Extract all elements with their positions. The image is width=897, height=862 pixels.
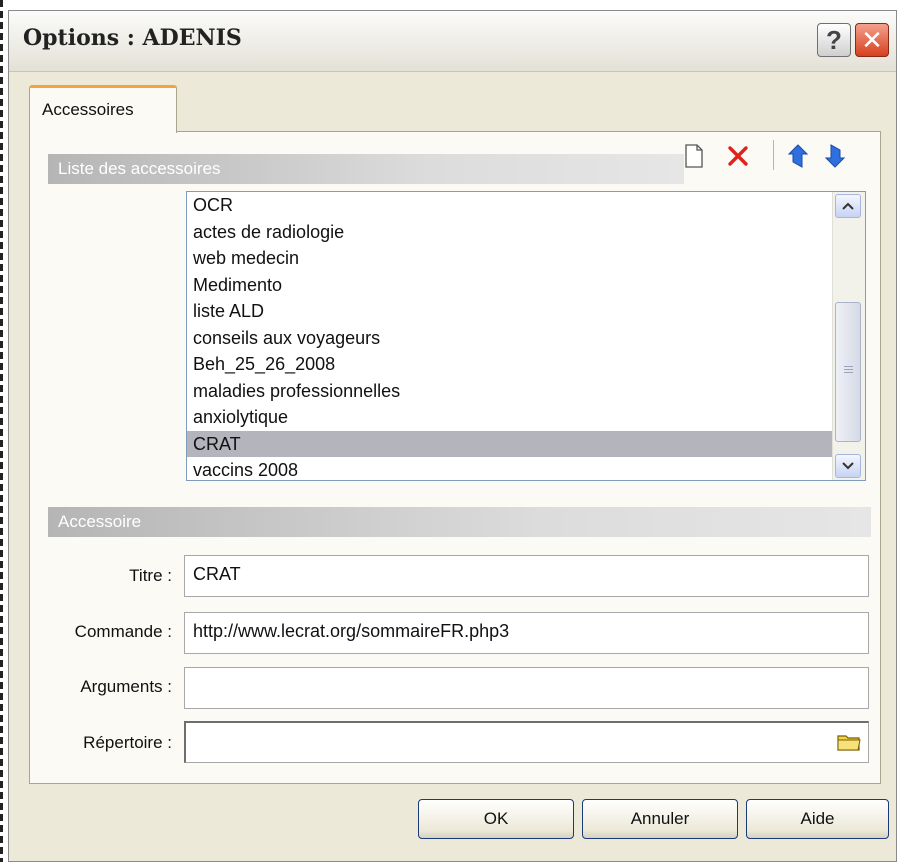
ok-button[interactable]: OK [418,799,574,839]
tab-label: Accessoires [42,100,134,119]
scroll-down-button[interactable] [835,454,861,478]
folder-icon [837,735,861,751]
list-item[interactable]: OCR [187,192,865,219]
move-up-arrow-icon [787,144,809,168]
arguments-label: Arguments : [80,677,172,696]
delete-button[interactable] [724,142,752,170]
window-edge [0,0,3,862]
commande-input[interactable]: http://www.lecrat.org/sommaireFR.php3 [184,612,869,654]
help-icon: ? [826,24,842,55]
scroll-grip-icon [844,366,853,374]
close-button[interactable]: ✕ [855,23,889,57]
scroll-up-button[interactable] [835,194,861,218]
list-item[interactable]: liste ALD [187,298,865,325]
tab-accessoires[interactable]: Accessoires [29,85,177,133]
detail-section-title: Accessoire [58,512,142,531]
list-item[interactable]: anxiolytique [187,404,865,431]
new-button[interactable] [680,142,708,170]
list-item[interactable]: maladies professionnelles [187,378,865,405]
move-down-button[interactable] [821,142,849,170]
options-dialog: Options : ADENIS ? ✕ Accessoires Liste d… [8,10,897,862]
arguments-input[interactable] [184,667,869,709]
chevron-down-icon [842,462,854,470]
list-item[interactable]: Medimento [187,272,865,299]
list-item[interactable]: conseils aux voyageurs [187,325,865,352]
window-title: Options : ADENIS [23,25,242,51]
new-document-icon [685,144,703,168]
move-down-arrow-icon [824,144,846,168]
titre-label: Titre : [129,566,172,585]
close-icon: ✕ [861,24,883,55]
list-section-header: Liste des accessoires [48,154,684,184]
delete-x-icon [728,146,748,166]
list-item[interactable]: CRAT [187,430,865,457]
detail-section-header: Accessoire [48,507,871,537]
chevron-up-icon [842,202,854,210]
list-section-title: Liste des accessoires [58,159,221,178]
help-bottom-button[interactable]: Aide [746,799,889,839]
list-items: OCR actes de radiologie web medecin Medimen… [187,192,865,480]
list-item[interactable]: web medecin [187,245,865,272]
commande-label: Commande : [74,622,172,641]
accessories-list[interactable]: OCR actes de radiologie web medecin Medimen… [186,191,866,481]
tab-panel: Liste des accessoires OCR actes de radio… [29,131,881,784]
list-item[interactable]: actes de radiologie [187,219,865,246]
list-item[interactable]: Beh_25_26_2008 [187,351,865,378]
toolbar-separator [773,140,774,170]
cancel-button[interactable]: Annuler [582,799,738,839]
list-item[interactable]: vaccins 2008 [187,457,865,480]
scroll-thumb[interactable] [835,302,861,442]
repertoire-input[interactable] [184,721,869,763]
list-scrollbar[interactable] [832,192,865,480]
browse-folder-button[interactable] [836,731,862,753]
move-up-button[interactable] [784,142,812,170]
repertoire-label: Répertoire : [83,733,172,752]
titre-input[interactable]: CRAT [184,555,869,597]
title-bar[interactable]: Options : ADENIS ? ✕ [9,11,896,72]
help-button[interactable]: ? [817,23,851,57]
